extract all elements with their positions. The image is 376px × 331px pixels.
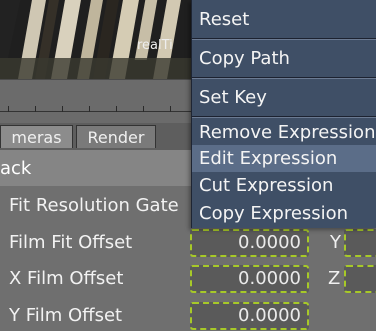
- y-film-offset-label: Y Film Offset: [9, 305, 123, 326]
- section-header-label: ack: [0, 157, 32, 179]
- ruler-tick: [116, 106, 117, 112]
- menu-item-set-key[interactable]: Set Key: [192, 79, 376, 115]
- ruler-tick: [170, 106, 171, 112]
- film-fit-offset-field[interactable]: 0.0000: [190, 229, 309, 257]
- fit-resolution-gate-label: Fit Resolution Gate: [9, 195, 179, 216]
- tab-label: Render: [87, 127, 145, 147]
- x-film-offset-field[interactable]: 0.0000: [190, 265, 309, 293]
- tab-label: meras: [11, 127, 62, 147]
- x-film-offset-label: X Film Offset: [9, 268, 124, 289]
- y-film-offset-field[interactable]: 0.0000: [190, 302, 309, 330]
- menu-item-reset[interactable]: Reset: [192, 0, 376, 37]
- tab-cameras[interactable]: meras: [0, 125, 73, 148]
- film-fit-offset-label: Film Fit Offset: [9, 232, 133, 253]
- ruler-tick: [89, 106, 90, 112]
- film-fit-offset-y-field[interactable]: [344, 229, 376, 257]
- ruler-tick: [8, 106, 9, 112]
- menu-item-copy-path[interactable]: Copy Path: [192, 40, 376, 76]
- menu-item-remove-expression[interactable]: Remove Expression: [192, 118, 376, 145]
- x-film-offset-z-field[interactable]: [344, 265, 376, 293]
- tab-render[interactable]: Render: [76, 125, 156, 148]
- viewport-floor: [0, 58, 191, 79]
- ruler-tick: [62, 106, 63, 112]
- z-axis-label: Z: [328, 268, 341, 289]
- viewport-label: realTi: [137, 38, 173, 53]
- context-menu: Reset Copy Path Set Key Remove Expressio…: [191, 0, 376, 228]
- ruler-tick: [35, 106, 36, 112]
- y-axis-label: Y: [330, 232, 341, 253]
- menu-item-cut-expression[interactable]: Cut Expression: [192, 172, 376, 200]
- ruler-tick: [143, 106, 144, 112]
- menu-item-copy-expression[interactable]: Copy Expression: [192, 200, 376, 228]
- menu-item-edit-expression[interactable]: Edit Expression: [192, 145, 376, 172]
